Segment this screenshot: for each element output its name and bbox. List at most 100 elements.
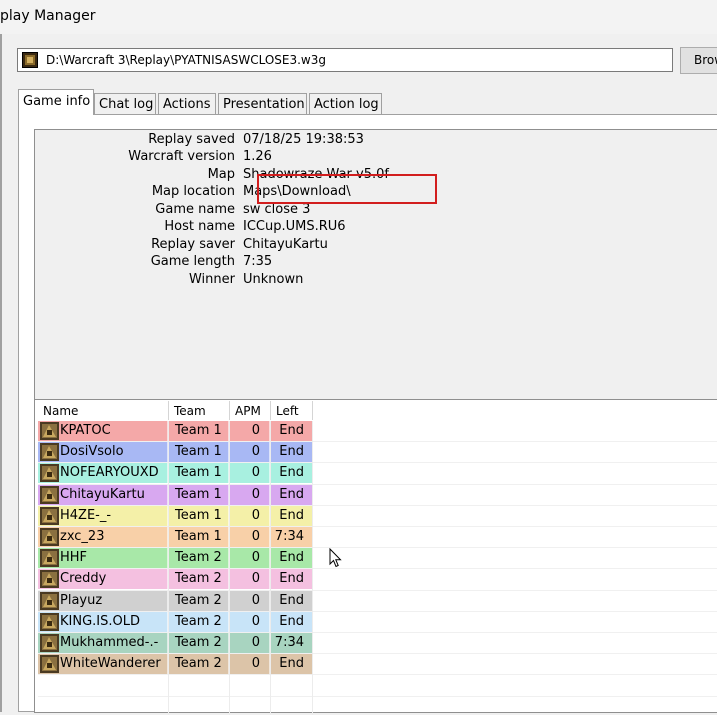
tab-game-info[interactable]: Game info (18, 89, 94, 115)
player-name-cell: DosiVsolo (38, 442, 168, 463)
info-label: Winner (188, 272, 235, 287)
info-warcraft-version: Warcraft version 1.26 (35, 149, 272, 166)
column-header-apm[interactable]: APM (230, 401, 271, 420)
player-apm: 0 (230, 590, 270, 611)
player-apm: 0 (230, 527, 270, 547)
tab-presentation[interactable]: Presentation (218, 93, 307, 114)
player-name: ChitayuKartu (60, 486, 145, 502)
player-team: Team 2 (169, 590, 229, 611)
table-row[interactable]: ChitayuKartu Team 1 0 End (38, 484, 313, 506)
player-name: H4ZE-_- (60, 507, 112, 523)
browse-button[interactable]: Brow (680, 47, 717, 74)
info-label: Map (207, 167, 235, 182)
row-gridline (38, 695, 717, 697)
table-row[interactable]: DosiVsolo Team 1 0 End (38, 442, 313, 463)
player-name: DosiVsolo (60, 444, 124, 460)
player-apm: 0 (230, 548, 270, 569)
tab-action-log[interactable]: Action log (309, 93, 382, 114)
table-row[interactable]: KPATOC Team 1 0 End (38, 421, 313, 442)
player-apm: 0 (230, 463, 270, 484)
table-row[interactable]: KING.IS.OLD Team 2 0 End (38, 611, 313, 633)
race-icon (40, 634, 59, 652)
race-icon (40, 528, 59, 546)
player-name: WhiteWanderer (60, 656, 161, 672)
info-label: Replay saver (151, 237, 235, 252)
info-label: Map location (151, 184, 235, 199)
player-team: Team 1 (169, 421, 229, 441)
column-gridline (312, 421, 313, 715)
info-label: Warcraft version (128, 149, 235, 164)
info-value: 07/18/25 19:38:53 (243, 132, 364, 147)
player-left: End (271, 421, 313, 441)
game-info-panel: Replay saved 07/18/25 19:38:53 Warcraft … (18, 114, 717, 715)
column-gridline (229, 421, 230, 715)
player-apm: 0 (230, 421, 270, 441)
player-left: End (271, 463, 313, 484)
row-gridline (38, 674, 717, 676)
table-row[interactable]: Playuz Team 2 0 End (38, 590, 313, 612)
info-label: Game name (155, 202, 235, 217)
player-left: 7:34 (271, 633, 313, 653)
player-name: KING.IS.OLD (60, 613, 140, 629)
info-replay-saved: Replay saved 07/18/25 19:38:53 (35, 132, 364, 149)
player-team: Team 1 (169, 527, 229, 547)
race-icon (40, 591, 59, 610)
players-list[interactable]: Name Team APM Left KPATOC Team 1 0 End DosiV… (34, 399, 717, 715)
player-apm: 0 (230, 442, 270, 463)
player-name: NOFEARYOUXD (60, 465, 159, 481)
player-name-cell: zxc_23 (38, 527, 168, 547)
column-header-name[interactable]: Name (38, 401, 169, 420)
player-name-cell: Playuz (38, 590, 168, 611)
player-apm: 0 (230, 505, 270, 526)
player-name-cell: ChitayuKartu (38, 484, 168, 505)
player-apm: 0 (230, 633, 270, 653)
title-bar: play Manager (0, 0, 717, 34)
map-highlight-box (257, 174, 437, 204)
player-apm: 0 (230, 569, 270, 590)
player-team: Team 1 (169, 505, 229, 526)
column-gridline (168, 421, 169, 715)
info-label: Game length (150, 254, 235, 269)
table-row[interactable]: Mukhammed-.- Team 2 0 7:34 (38, 633, 313, 654)
table-row[interactable]: H4ZE-_- Team 1 0 End (38, 505, 313, 527)
table-row[interactable]: zxc_23 Team 1 0 7:34 (38, 527, 313, 548)
tab-actions[interactable]: Actions (158, 93, 216, 114)
column-gridline (270, 421, 271, 715)
player-team: Team 1 (169, 463, 229, 484)
replay-path-field[interactable]: D:\Warcraft 3\Replay\PYATNISASWCLOSE3.w3… (17, 48, 673, 72)
info-map-location: Map location Maps\Download\ (35, 184, 351, 201)
player-name: KPATOC (60, 423, 111, 438)
player-left: 7:34 (271, 527, 313, 547)
player-name-cell: H4ZE-_- (38, 505, 168, 526)
player-team: Team 2 (169, 569, 229, 590)
player-left: End (271, 505, 313, 526)
window-left-border (0, 34, 2, 712)
info-value: sw close 3 (243, 202, 311, 217)
player-name-cell: NOFEARYOUXD (38, 463, 168, 484)
player-left: End (271, 569, 313, 590)
info-value: ICCup.UMS.RU6 (243, 219, 346, 234)
player-apm: 0 (230, 654, 270, 675)
player-team: Team 2 (169, 633, 229, 653)
mouse-pointer-icon (329, 548, 342, 568)
race-icon (40, 655, 59, 674)
info-value: 1.26 (243, 149, 272, 164)
table-row[interactable]: HHF Team 2 0 End (38, 548, 313, 569)
player-name-cell: HHF (38, 548, 168, 569)
tab-chat-log[interactable]: Chat log (94, 93, 156, 114)
table-row[interactable]: Creddy Team 2 0 End (38, 569, 313, 590)
table-row[interactable]: WhiteWanderer Team 2 0 End (38, 654, 313, 675)
race-icon (40, 570, 59, 589)
column-header-left[interactable]: Left (271, 401, 313, 420)
info-game-length: Game length 7:35 (35, 254, 272, 271)
player-left: End (271, 590, 313, 611)
column-header-team[interactable]: Team (169, 401, 230, 420)
player-left: End (271, 548, 313, 569)
race-icon (40, 422, 59, 440)
player-team: Team 2 (169, 548, 229, 569)
player-name: Playuz (60, 592, 103, 608)
player-team: Team 1 (169, 484, 229, 505)
table-row[interactable]: NOFEARYOUXD Team 1 0 End (38, 463, 313, 484)
player-name-cell: KING.IS.OLD (38, 611, 168, 632)
window-title: play Manager (0, 8, 96, 24)
